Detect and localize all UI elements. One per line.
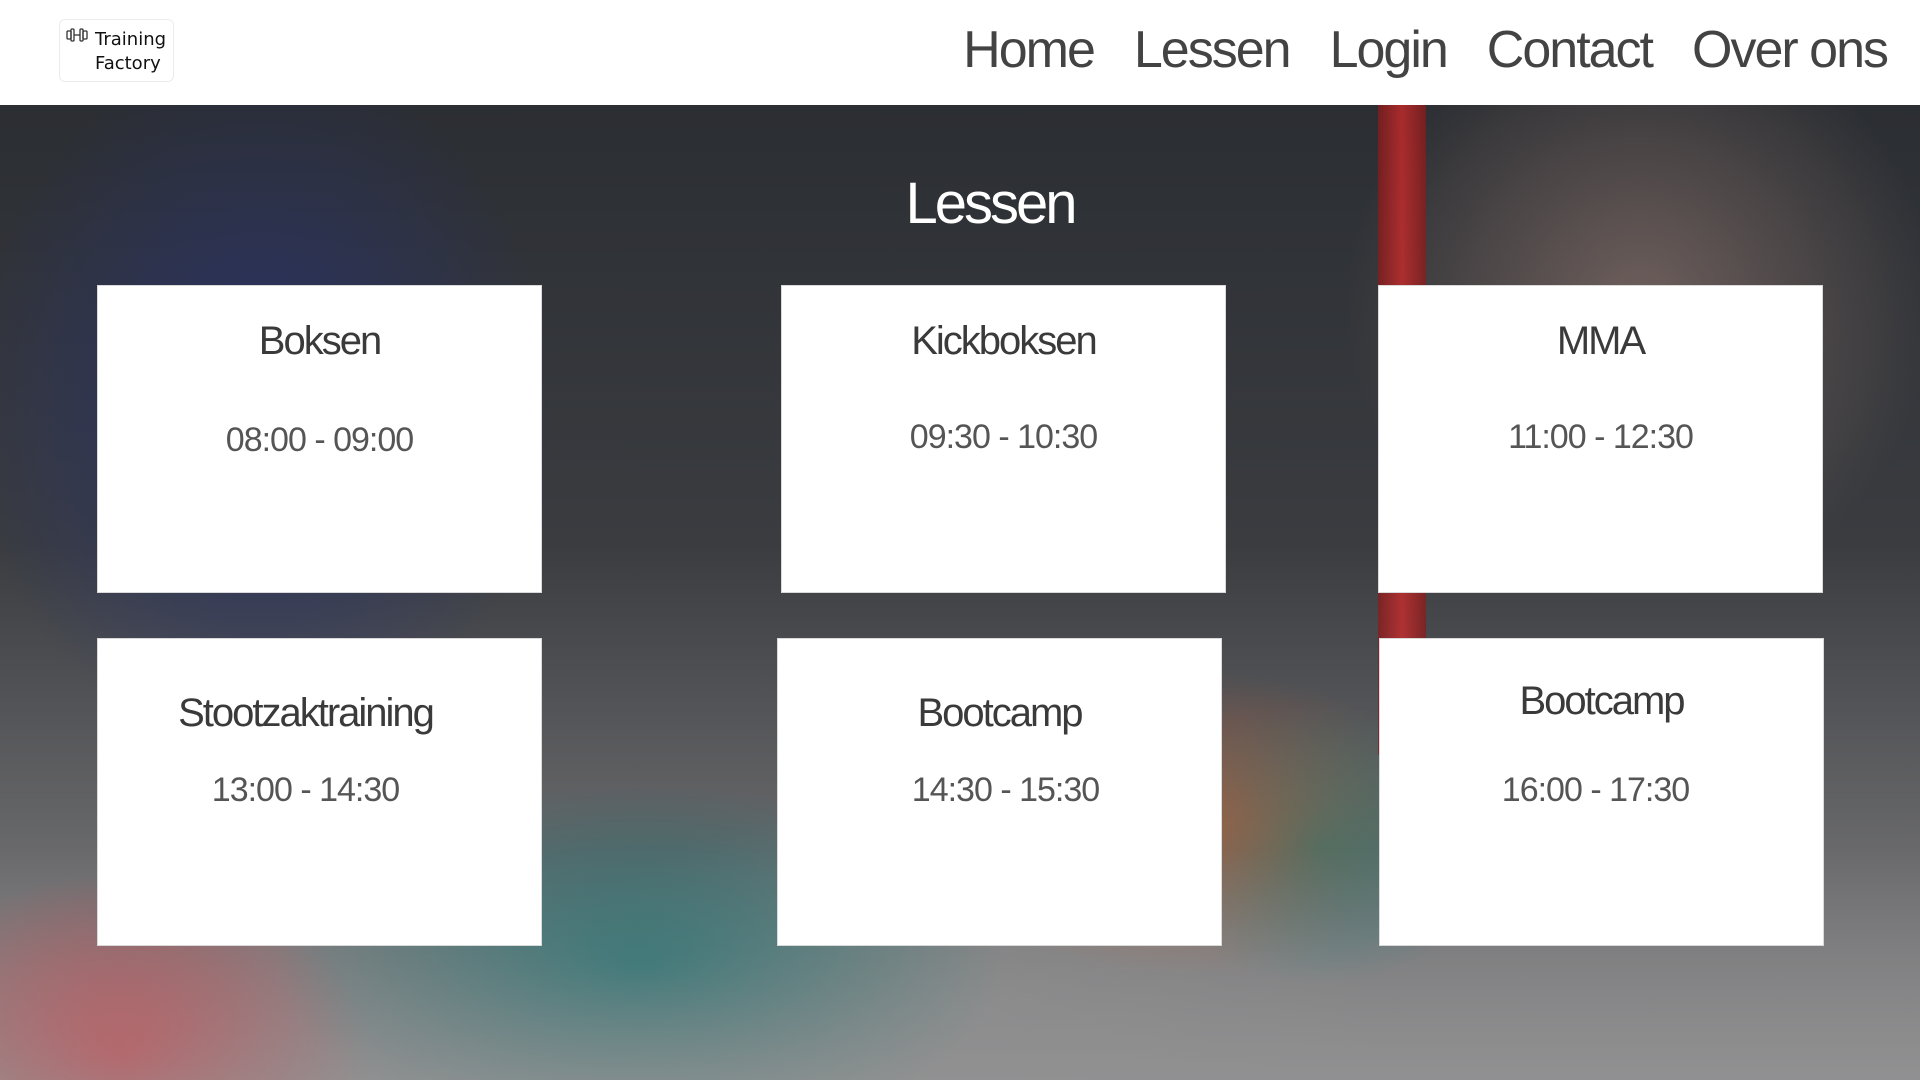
class-time: 13:00 - 14:30 [211, 771, 400, 809]
class-card-kickboksen[interactable]: Kickboksen 09:30 - 10:30 [781, 285, 1226, 593]
class-card-stootzaktraining[interactable]: Stootzaktraining 13:00 - 14:30 [97, 638, 542, 946]
site-header: Training Factory Home Lessen Login Conta… [0, 0, 1920, 105]
class-time: 08:00 - 09:00 [225, 421, 414, 459]
class-time: 09:30 - 10:30 [909, 418, 1098, 456]
class-card-bootcamp-1[interactable]: Bootcamp 14:30 - 15:30 [777, 638, 1222, 946]
class-card-boksen[interactable]: Boksen 08:00 - 09:00 [97, 285, 542, 593]
main-nav: Home Lessen Login Contact Over ons [963, 20, 1889, 80]
logo-line-1: Training [95, 29, 167, 50]
logo[interactable]: Training Factory [59, 19, 174, 82]
dumbbell-icon [66, 28, 88, 42]
class-name: MMA [1556, 319, 1646, 363]
class-card-mma[interactable]: MMA 11:00 - 12:30 [1378, 285, 1823, 593]
class-name: Bootcamp [1519, 679, 1685, 723]
page-title: Lessen [905, 171, 1077, 236]
class-time: 14:30 - 15:30 [911, 771, 1100, 809]
nav-home[interactable]: Home [963, 20, 1096, 80]
logo-text: Training Factory [95, 28, 166, 76]
nav-login[interactable]: Login [1330, 20, 1449, 80]
class-time: 11:00 - 12:30 [1508, 418, 1694, 456]
logo-line-2: Factory [95, 53, 161, 74]
class-name: Kickboksen [911, 319, 1098, 363]
class-name: Bootcamp [917, 691, 1083, 735]
class-name: Stootzaktraining [178, 691, 435, 735]
class-card-bootcamp-2[interactable]: Bootcamp 16:00 - 17:30 [1379, 638, 1824, 946]
nav-over-ons[interactable]: Over ons [1692, 20, 1889, 80]
class-time: 16:00 - 17:30 [1501, 771, 1690, 809]
page: Training Factory Home Lessen Login Conta… [0, 0, 1920, 1080]
nav-lessen[interactable]: Lessen [1134, 20, 1292, 80]
nav-contact[interactable]: Contact [1487, 20, 1654, 80]
class-name: Boksen [258, 319, 382, 363]
